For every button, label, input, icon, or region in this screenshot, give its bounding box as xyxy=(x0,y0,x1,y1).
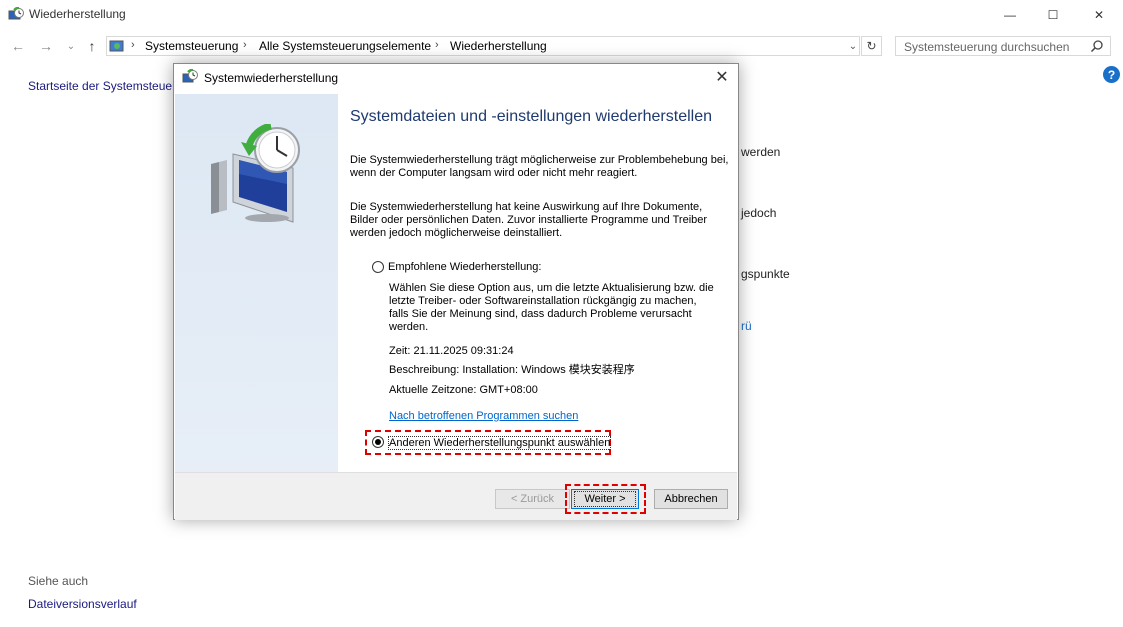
control-panel-home-link[interactable]: Startseite der Systemsteuerung xyxy=(28,79,196,93)
back-button-disabled: < Zurück xyxy=(495,489,570,509)
refresh-button[interactable]: ↻ xyxy=(861,36,882,56)
see-also-heading: Siehe auch xyxy=(28,574,89,588)
dialog-close-button[interactable]: ✕ xyxy=(709,66,735,88)
breadcrumb-separator: › xyxy=(435,39,439,51)
recovery-app-icon xyxy=(8,6,24,23)
choose-other-point-label[interactable]: Anderen Wiederherstellungspunkt auswähle… xyxy=(388,436,612,450)
system-restore-icon xyxy=(182,68,198,85)
address-bar[interactable]: › Systemsteuerung › Alle Systemsteuerung… xyxy=(106,36,860,56)
affected-programs-link[interactable]: Nach betroffenen Programmen suchen xyxy=(389,410,578,422)
computer-clock-illustration-icon xyxy=(205,122,310,227)
dialog-title: Systemwiederherstellung xyxy=(204,71,339,85)
choose-other-point-radio[interactable] xyxy=(372,436,384,448)
recommended-restore-radio[interactable] xyxy=(372,261,384,273)
breadcrumb-systemsteuerung[interactable]: Systemsteuerung xyxy=(145,39,238,53)
restore-timezone: Aktuelle Zeitzone: GMT+08:00 xyxy=(389,384,538,396)
system-restore-dialog: Systemwiederherstellung ✕ Systemdateien … xyxy=(173,63,739,520)
window-title-bar: Wiederherstellung — ☐ ✕ xyxy=(0,0,1123,30)
address-dropdown-icon[interactable]: ⌄ xyxy=(846,37,860,55)
breadcrumb-separator: › xyxy=(243,39,247,51)
recommended-restore-description: Wählen Sie diese Option aus, um die letz… xyxy=(389,282,714,333)
dialog-footer xyxy=(175,472,737,520)
up-button[interactable]: ↑ xyxy=(83,37,101,55)
recommended-restore-label[interactable]: Empfohlene Wiederherstellung: xyxy=(388,261,541,273)
forward-button[interactable]: → xyxy=(37,37,55,55)
cancel-button[interactable]: Abbrechen xyxy=(654,489,728,509)
window-close-button[interactable]: ✕ xyxy=(1076,0,1122,30)
impact-paragraph: Die Systemwiederherstellung hat keine Au… xyxy=(350,201,708,239)
background-text-fragment: gspunkte xyxy=(741,267,790,281)
control-panel-icon xyxy=(109,38,125,54)
search-input[interactable] xyxy=(902,38,1091,56)
dialog-side-panel xyxy=(175,94,338,472)
help-icon[interactable]: ? xyxy=(1103,66,1120,83)
background-text-fragment: jedoch xyxy=(741,206,777,220)
recent-locations-button[interactable]: ⌄ xyxy=(62,37,80,55)
breadcrumb-separator: › xyxy=(131,39,135,51)
search-box[interactable] xyxy=(895,36,1111,56)
search-icon[interactable] xyxy=(1090,39,1104,53)
intro-paragraph: Die Systemwiederherstellung trägt möglic… xyxy=(350,154,729,179)
file-history-link[interactable]: Dateiversionsverlauf xyxy=(28,597,137,611)
background-text-fragment: werden xyxy=(741,145,781,159)
maximize-button[interactable]: ☐ xyxy=(1030,0,1076,30)
dialog-heading: Systemdateien und -einstellungen wiederh… xyxy=(350,108,712,125)
minimize-button[interactable]: — xyxy=(987,0,1033,30)
restore-time: Zeit: 21.11.2025 09:31:24 xyxy=(389,345,514,357)
background-link-fragment[interactable]: rü xyxy=(741,319,752,333)
breadcrumb-alle-elemente[interactable]: Alle Systemsteuerungselemente xyxy=(259,39,431,53)
focus-rectangle xyxy=(574,491,636,507)
back-button[interactable]: ← xyxy=(9,37,27,55)
window-title: Wiederherstellung xyxy=(29,7,126,21)
breadcrumb-wiederherstellung[interactable]: Wiederherstellung xyxy=(450,39,547,53)
restore-description: Beschreibung: Installation: Windows 模块安装… xyxy=(389,364,635,376)
